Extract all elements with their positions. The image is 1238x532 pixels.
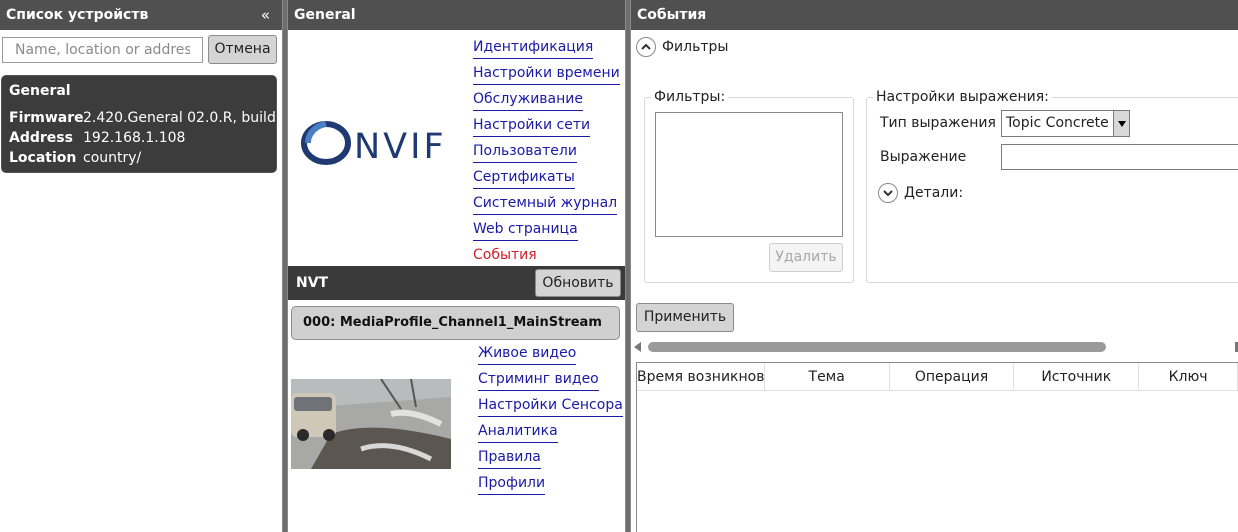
column-topic[interactable]: Тема	[765, 363, 890, 390]
link-network-settings[interactable]: Настройки сети	[473, 114, 591, 137]
filters-group: Фильтры: Удалить	[644, 89, 854, 283]
link-sensor-settings[interactable]: Настройки Сенсора	[478, 394, 623, 417]
refresh-button[interactable]: Обновить	[535, 269, 621, 297]
device-address-row: Address 192.168.1.108	[9, 128, 276, 148]
link-live-video[interactable]: Живое видео	[478, 342, 577, 365]
events-table: Время возникнове Тема Операция Источник …	[636, 362, 1238, 532]
general-title: General	[294, 7, 356, 23]
collapse-icon[interactable]: «	[261, 0, 270, 30]
filters-toggle[interactable]: Фильтры	[636, 37, 728, 57]
link-maintenance[interactable]: Обслуживание	[473, 88, 583, 111]
filters-toggle-label: Фильтры	[662, 39, 729, 55]
chevron-up-icon[interactable]	[636, 37, 656, 57]
device-card[interactable]: General Firmware 2.420.General 02.0.R, b…	[1, 75, 277, 173]
chevron-down-icon[interactable]	[878, 183, 898, 203]
expression-type-select[interactable]: Topic Concrete	[1001, 110, 1130, 137]
nvt-label: NVT	[296, 275, 329, 291]
onvif-logo: NVIF	[301, 121, 447, 167]
expression-input[interactable]	[1001, 144, 1238, 170]
events-panel: События Фильтры Фильтры: Удалить Настрой…	[631, 0, 1238, 532]
events-title: События	[637, 7, 707, 23]
filters-group-title: Фильтры:	[651, 89, 729, 105]
expression-settings-group: Настройки выражения: Тип выражения Topic…	[866, 89, 1238, 283]
firmware-value: 2.420.General 02.0.R, build: 2	[83, 110, 276, 126]
apply-button[interactable]: Применить	[636, 303, 734, 332]
general-links: Идентификация Настройки времени Обслужив…	[473, 36, 620, 270]
details-label: Детали:	[904, 185, 964, 201]
nvt-bar: NVT Обновить	[288, 266, 625, 300]
media-profile-card[interactable]: 000: MediaProfile_Channel1_MainStream	[291, 306, 620, 340]
location-value: country/	[83, 150, 142, 166]
search-input[interactable]	[2, 37, 203, 63]
link-users[interactable]: Пользователи	[473, 140, 577, 163]
scroll-left-icon[interactable]	[634, 342, 641, 352]
events-table-header: Время возникнове Тема Операция Источник …	[637, 363, 1238, 391]
delete-button[interactable]: Удалить	[769, 243, 843, 272]
link-video-streaming[interactable]: Стриминг видео	[478, 368, 599, 391]
device-firmware-row: Firmware 2.420.General 02.0.R, build: 2	[9, 108, 276, 128]
link-time-settings[interactable]: Настройки времени	[473, 62, 620, 85]
device-location-row: Location country/	[9, 148, 276, 168]
link-profiles[interactable]: Профили	[478, 472, 546, 495]
dropdown-arrow-icon[interactable]	[1113, 111, 1129, 136]
filters-list[interactable]	[655, 112, 843, 237]
expression-type-label: Тип выражения	[880, 115, 996, 131]
svg-text:NVIF: NVIF	[354, 127, 447, 167]
column-operation[interactable]: Операция	[890, 363, 1015, 390]
scroll-thumb[interactable]	[648, 342, 1106, 352]
firmware-key: Firmware	[9, 110, 84, 126]
details-toggle[interactable]: Детали:	[878, 183, 963, 203]
link-identification[interactable]: Идентификация	[473, 36, 594, 59]
link-system-log[interactable]: Системный журнал	[473, 192, 618, 215]
expression-label: Выражение	[880, 149, 967, 165]
camera-snapshot	[291, 379, 451, 469]
profile-links: Живое видео Стриминг видео Настройки Сен…	[478, 342, 623, 498]
general-header: General	[288, 0, 625, 30]
column-source[interactable]: Источник	[1014, 363, 1140, 390]
expression-type-value: Topic Concrete	[1006, 115, 1109, 131]
link-rules[interactable]: Правила	[478, 446, 541, 469]
events-header: События	[631, 0, 1238, 30]
device-general-panel: General NVIF Идентификация Настройки вре…	[288, 0, 625, 532]
device-list-header: Список устройств «	[0, 0, 282, 30]
location-key: Location	[9, 150, 77, 166]
cancel-button[interactable]: Отмена	[208, 35, 277, 64]
link-analytics[interactable]: Аналитика	[478, 420, 558, 443]
link-web-page[interactable]: Web страница	[473, 218, 578, 241]
device-list-panel: Список устройств « Отмена General Firmwa…	[0, 0, 282, 532]
expression-group-title: Настройки выражения:	[873, 89, 1052, 105]
address-key: Address	[9, 130, 73, 146]
link-events[interactable]: События	[473, 244, 537, 267]
column-key[interactable]: Ключ	[1139, 363, 1238, 390]
horizontal-scrollbar[interactable]	[634, 340, 1238, 354]
address-value: 192.168.1.108	[83, 130, 186, 146]
device-list-title: Список устройств	[6, 7, 149, 23]
column-time[interactable]: Время возникнове	[637, 363, 765, 390]
link-certificates[interactable]: Сертификаты	[473, 166, 575, 189]
device-name: General	[9, 83, 71, 99]
